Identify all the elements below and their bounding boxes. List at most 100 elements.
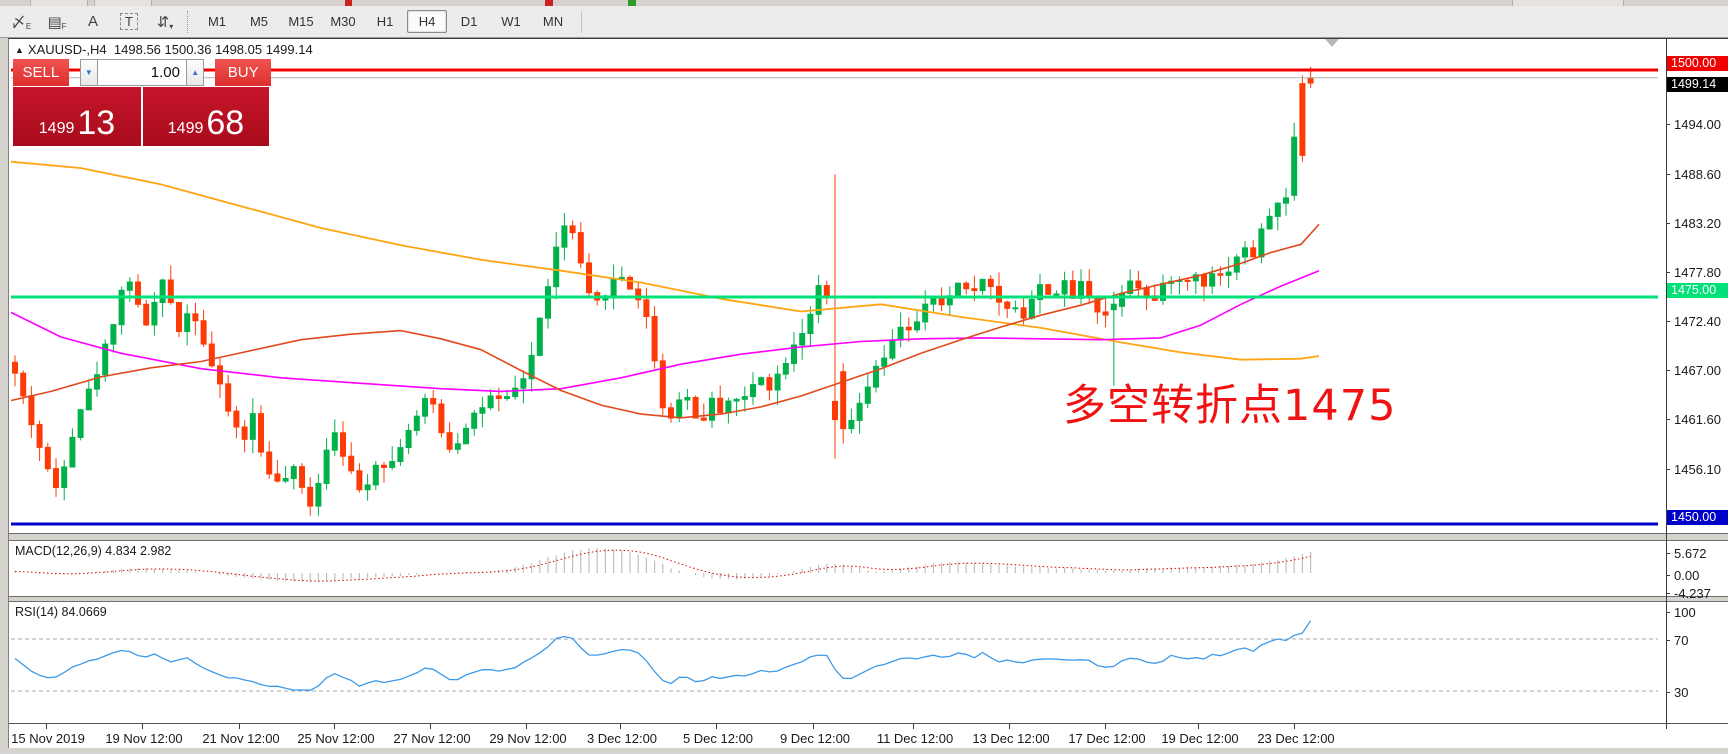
- timeframe-button-w1[interactable]: W1: [491, 10, 531, 33]
- symbol-triangle-icon: ▲: [15, 45, 24, 55]
- time-tick: [716, 724, 717, 729]
- price-tick-label: 1461.60: [1674, 412, 1721, 427]
- macd-scale-label: 5.672: [1674, 546, 1707, 561]
- drawing-tools-group: 〆E▤FAT⇵▾: [0, 10, 180, 34]
- text-label-icon[interactable]: A: [78, 10, 108, 34]
- text-box-icon[interactable]: T: [114, 10, 144, 34]
- time-tick-label: 23 Dec 12:00: [1254, 731, 1338, 746]
- time-tick: [1294, 724, 1295, 729]
- time-tick-label: 21 Nov 12:00: [199, 731, 283, 746]
- time-tick-label: 29 Nov 12:00: [486, 731, 570, 746]
- toolbar-separator: [581, 11, 583, 33]
- price-tick: [1666, 370, 1670, 371]
- time-tick-label: 17 Dec 12:00: [1065, 731, 1149, 746]
- timeframe-button-mn[interactable]: MN: [533, 10, 573, 33]
- time-tick: [46, 724, 47, 729]
- time-tick-label: 15 Nov 2019: [6, 731, 90, 746]
- volume-input[interactable]: [98, 59, 186, 86]
- rsi-label: RSI(14) 84.0669: [15, 605, 107, 619]
- time-tick: [913, 724, 914, 729]
- ohlc-values: 1498.56 1500.36 1498.05 1499.14: [114, 42, 313, 57]
- rsi-scale-label: 100: [1674, 605, 1696, 620]
- time-tick: [620, 724, 621, 729]
- price-tick-label: 1456.10: [1674, 462, 1721, 477]
- rsi-scale-label: 70: [1674, 633, 1688, 648]
- ask-price-big: 68: [206, 106, 244, 140]
- time-tick-label: 11 Dec 12:00: [873, 731, 957, 746]
- chart-window: ▲ XAUUSD-,H4 1498.56 1500.36 1498.05 1499…: [8, 38, 1728, 754]
- timeframe-group: M1M5M15M30H1H4D1W1MN: [196, 10, 574, 33]
- mt4-terminal: 〆E▤FAT⇵▾ M1M5M15M30H1H4D1W1MN ▲ XAUUSD-,H…: [0, 0, 1728, 754]
- macd-indicator-chart[interactable]: [9, 541, 1728, 596]
- one-click-trade-panel: SELL ▼ ▲ BUY 1499 13 1499 68: [13, 59, 271, 146]
- price-tick-label: 1488.60: [1674, 167, 1721, 182]
- macd-scale-label: -4.237: [1674, 586, 1711, 601]
- arrows-icon[interactable]: ⇵▾: [150, 10, 180, 34]
- chart-annotation: 多空转折点1475: [1063, 371, 1396, 433]
- time-tick: [1009, 724, 1010, 729]
- timeframe-button-d1[interactable]: D1: [449, 10, 489, 33]
- volume-increase-button[interactable]: ▲: [186, 59, 204, 86]
- price-tick: [1666, 223, 1670, 224]
- timeframe-button-m15[interactable]: M15: [281, 10, 321, 33]
- time-tick: [430, 724, 431, 729]
- time-tick: [239, 724, 240, 729]
- time-tick: [334, 724, 335, 729]
- panel-splitter[interactable]: [9, 596, 1728, 602]
- price-tick: [1666, 124, 1670, 125]
- price-tick-label: 1472.40: [1674, 314, 1721, 329]
- time-tick-label: 19 Nov 12:00: [102, 731, 186, 746]
- timeframe-button-m1[interactable]: M1: [197, 10, 237, 33]
- panel-splitter[interactable]: [9, 533, 1728, 541]
- time-tick-label: 9 Dec 12:00: [773, 731, 857, 746]
- chart-ohlc-header: ▲ XAUUSD-,H4 1498.56 1500.36 1498.05 1499…: [15, 42, 313, 57]
- toolbar: 〆E▤FAT⇵▾ M1M5M15M30H1H4D1W1MN: [0, 6, 1728, 38]
- price-level-badge: 1475.00: [1667, 283, 1728, 298]
- symbol-period-label: XAUUSD-,H4: [28, 42, 107, 57]
- rsi-indicator-chart[interactable]: [9, 602, 1728, 723]
- shift-end-marker-icon: [1325, 39, 1339, 47]
- price-level-badge: 1500.00: [1667, 56, 1728, 71]
- volume-decrease-button[interactable]: ▼: [80, 59, 98, 86]
- toolbar-separator: [187, 11, 189, 33]
- time-tick: [1105, 724, 1106, 729]
- price-axis-border: [1666, 39, 1667, 729]
- time-tick: [1198, 724, 1199, 729]
- rsi-scale-label: 30: [1674, 685, 1688, 700]
- macd-scale-label: 0.00: [1674, 568, 1699, 583]
- ask-price-small: 1499: [168, 118, 204, 140]
- price-tick-label: 1477.80: [1674, 265, 1721, 280]
- price-tick-label: 1483.20: [1674, 216, 1721, 231]
- price-level-badge: 1499.14: [1667, 77, 1728, 92]
- bid-price-small: 1499: [39, 118, 75, 140]
- price-tick: [1666, 272, 1670, 273]
- timeframe-button-m30[interactable]: M30: [323, 10, 363, 33]
- buy-button[interactable]: BUY: [215, 59, 271, 86]
- window-frame: [0, 38, 8, 754]
- time-tick: [813, 724, 814, 729]
- time-tick-label: 13 Dec 12:00: [969, 731, 1053, 746]
- timeframe-button-h4[interactable]: H4: [407, 10, 447, 33]
- timeframe-button-m5[interactable]: M5: [239, 10, 279, 33]
- price-tick-label: 1494.00: [1674, 117, 1721, 132]
- time-tick-label: 27 Nov 12:00: [390, 731, 474, 746]
- price-level-badge: 1450.00: [1667, 510, 1728, 525]
- bid-price-big: 13: [77, 106, 115, 140]
- timeframe-button-h1[interactable]: H1: [365, 10, 405, 33]
- time-tick-label: 5 Dec 12:00: [676, 731, 760, 746]
- indicators-icon[interactable]: 〆E: [6, 10, 36, 34]
- price-tick: [1666, 321, 1670, 322]
- time-tick: [526, 724, 527, 729]
- time-tick-label: 25 Nov 12:00: [294, 731, 378, 746]
- price-tick: [1666, 469, 1670, 470]
- ask-price-box[interactable]: 1499 68: [143, 87, 269, 146]
- price-tick: [1666, 419, 1670, 420]
- time-tick-label: 19 Dec 12:00: [1158, 731, 1242, 746]
- price-tick: [1666, 174, 1670, 175]
- grid-icon[interactable]: ▤F: [42, 10, 72, 34]
- time-tick: [142, 724, 143, 729]
- macd-label: MACD(12,26,9) 4.834 2.982: [15, 544, 171, 558]
- price-tick-label: 1467.00: [1674, 363, 1721, 378]
- bid-price-box[interactable]: 1499 13: [13, 87, 141, 146]
- sell-button[interactable]: SELL: [13, 59, 69, 86]
